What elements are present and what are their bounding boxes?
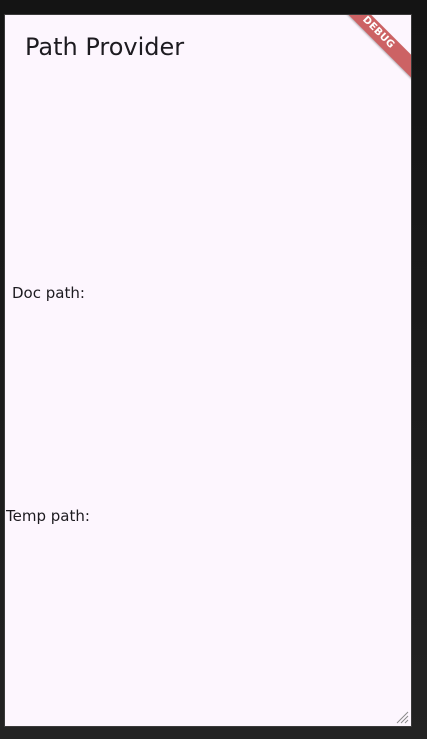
doc-path-label: Doc path: (12, 284, 85, 302)
page-title: Path Provider (25, 33, 185, 61)
resize-grip-icon[interactable] (395, 710, 409, 724)
app-window: Path Provider Doc path: Temp path: DEBUG (4, 14, 412, 727)
temp-path-label: Temp path: (6, 507, 90, 525)
desktop-background: Path Provider Doc path: Temp path: DEBUG (0, 0, 427, 739)
debug-banner: DEBUG (326, 15, 411, 85)
